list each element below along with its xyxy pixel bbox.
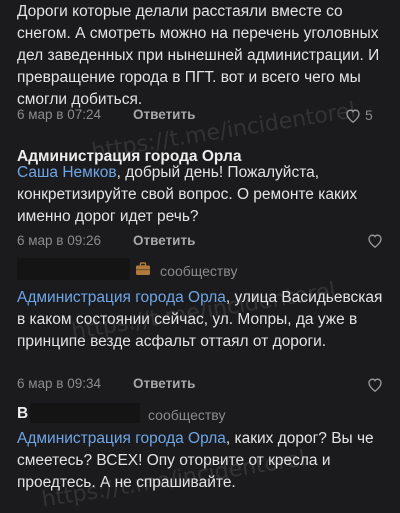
heart-icon[interactable] — [367, 377, 383, 392]
reply-button[interactable]: Ответить — [133, 233, 195, 248]
comment-date: 6 мар в 07:24 — [17, 107, 102, 122]
comment-date: 6 мар в 09:26 — [17, 233, 102, 248]
author-suffix: сообществу — [160, 263, 238, 279]
reply-button[interactable]: Ответить — [133, 107, 195, 122]
like-button[interactable]: 5 — [345, 107, 373, 123]
redacted-author-name — [30, 403, 140, 423]
comment-text: Администрация города Орла, улица Васидье… — [17, 289, 383, 350]
comment-text: Администрация города Орла, каких дорог? … — [17, 430, 374, 491]
redacted-author-name — [17, 258, 130, 280]
reply-button[interactable]: Ответить — [133, 376, 195, 391]
mention-link[interactable]: Администрация города Орла — [17, 430, 226, 447]
heart-icon — [346, 108, 360, 123]
comment-date: 6 мар в 09:34 — [17, 376, 102, 391]
heart-icon[interactable] — [367, 233, 383, 248]
mention-link[interactable]: Саша Немков — [17, 164, 117, 181]
briefcase-icon — [135, 262, 151, 281]
author-suffix: сообществу — [148, 407, 226, 423]
mention-link[interactable]: Администрация города Орла — [17, 289, 226, 306]
like-count: 5 — [365, 107, 373, 123]
comment-text: Саша Немков, добрый день! Пожалуйста, ко… — [17, 164, 358, 225]
comment-text: Дороги которые делали расстаяли вместе с… — [17, 3, 380, 108]
author-initial: В — [17, 405, 29, 422]
